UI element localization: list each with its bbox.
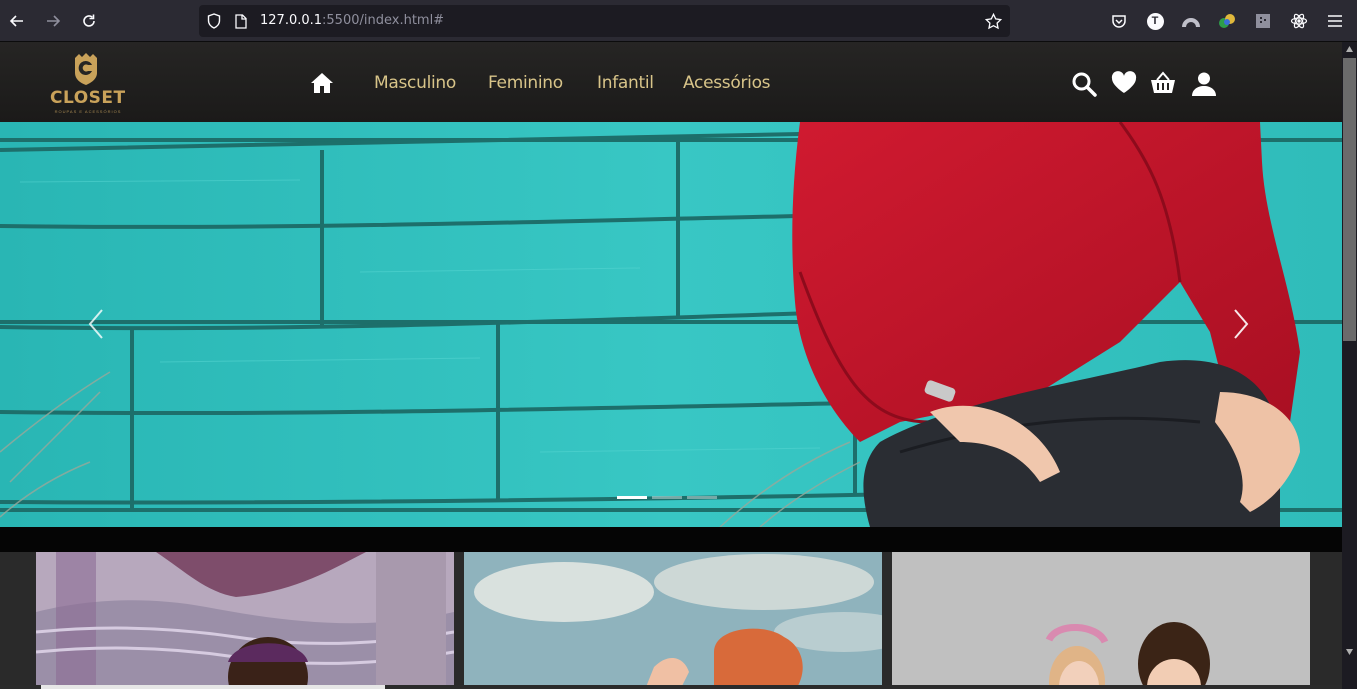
browser-toolbar: 127.0.0.1:5500/index.html# T <box>0 0 1357 42</box>
cart-button[interactable] <box>1150 71 1176 97</box>
search-button[interactable] <box>1071 71 1097 97</box>
react-devtools-icon[interactable] <box>1289 11 1309 31</box>
home-link[interactable] <box>310 72 334 96</box>
reload-icon <box>83 14 95 27</box>
category-card-masculino[interactable] <box>36 552 454 685</box>
scroll-up-icon[interactable] <box>1345 45 1354 53</box>
back-button[interactable] <box>5 9 29 33</box>
user-icon <box>1192 72 1216 96</box>
grid-extension-icon[interactable] <box>1253 11 1273 31</box>
heart-icon <box>1111 71 1137 93</box>
category-cards <box>0 552 1342 685</box>
horizontal-scroll-thumb[interactable] <box>41 685 385 689</box>
arrow-left-icon <box>9 15 23 27</box>
card-image-infantil <box>892 552 1310 685</box>
account-button[interactable] <box>1191 71 1217 97</box>
category-card-feminino[interactable] <box>464 552 882 685</box>
carousel-indicator-2[interactable] <box>652 496 682 499</box>
basket-icon <box>1151 71 1175 93</box>
search-icon <box>1072 72 1097 97</box>
vertical-scroll-thumb[interactable] <box>1343 58 1356 341</box>
logo-wordmark: CLOSET <box>50 88 126 108</box>
section-divider <box>0 527 1342 552</box>
hero-image <box>0 122 1342 527</box>
avatar-initial: T <box>1146 12 1164 30</box>
card-image-feminino <box>464 552 882 685</box>
carousel-indicators <box>617 496 717 499</box>
horizontal-scrollbar[interactable] <box>0 685 1342 689</box>
page-icon[interactable] <box>232 12 250 30</box>
star-bookmark-icon[interactable] <box>984 12 1002 30</box>
favorites-button[interactable] <box>1111 71 1137 97</box>
colorful-extension-icon[interactable] <box>1217 11 1237 31</box>
category-card-infantil[interactable] <box>892 552 1310 685</box>
url-host: 127.0.0.1 <box>260 13 323 28</box>
account-avatar[interactable]: T <box>1145 11 1165 31</box>
card-image-masculino <box>36 552 454 685</box>
carousel-indicator-3[interactable] <box>687 496 717 499</box>
scroll-down-icon[interactable] <box>1345 648 1354 656</box>
hamburger-menu-icon[interactable] <box>1325 11 1345 31</box>
nav-link-masculino[interactable]: Masculino <box>374 73 456 93</box>
arc-extension-icon[interactable] <box>1181 11 1201 31</box>
logo-emblem-icon <box>75 53 97 85</box>
pocket-icon[interactable] <box>1109 11 1129 31</box>
url-text[interactable]: 127.0.0.1:5500/index.html# <box>260 13 444 28</box>
logo-tagline: ROUPAS E ACESSÓRIOS <box>54 109 122 114</box>
address-bar[interactable]: 127.0.0.1:5500/index.html# <box>199 5 1010 37</box>
url-path: :5500/index.html# <box>322 13 445 28</box>
reload-button[interactable] <box>77 9 101 33</box>
carousel-prev-button[interactable] <box>86 307 106 341</box>
site-logo[interactable]: CLOSET ROUPAS E ACESSÓRIOS <box>50 52 126 116</box>
shield-icon[interactable] <box>205 12 223 30</box>
chevron-right-icon <box>1234 309 1249 339</box>
vertical-scrollbar[interactable] <box>1342 42 1357 689</box>
nav-link-feminino[interactable]: Feminino <box>488 73 563 93</box>
carousel-next-button[interactable] <box>1231 307 1251 341</box>
page-viewport: CLOSET ROUPAS E ACESSÓRIOS Masculino Fem… <box>0 42 1342 685</box>
nav-link-acessorios[interactable]: Acessórios <box>683 73 771 93</box>
chevron-left-icon <box>88 309 103 339</box>
nav-link-infantil[interactable]: Infantil <box>597 73 654 93</box>
hero-carousel <box>0 122 1342 527</box>
site-header: CLOSET ROUPAS E ACESSÓRIOS Masculino Fem… <box>0 42 1342 122</box>
carousel-indicator-1[interactable] <box>617 496 647 499</box>
home-icon <box>311 73 333 93</box>
forward-button[interactable] <box>41 9 65 33</box>
arrow-right-icon <box>47 15 61 27</box>
